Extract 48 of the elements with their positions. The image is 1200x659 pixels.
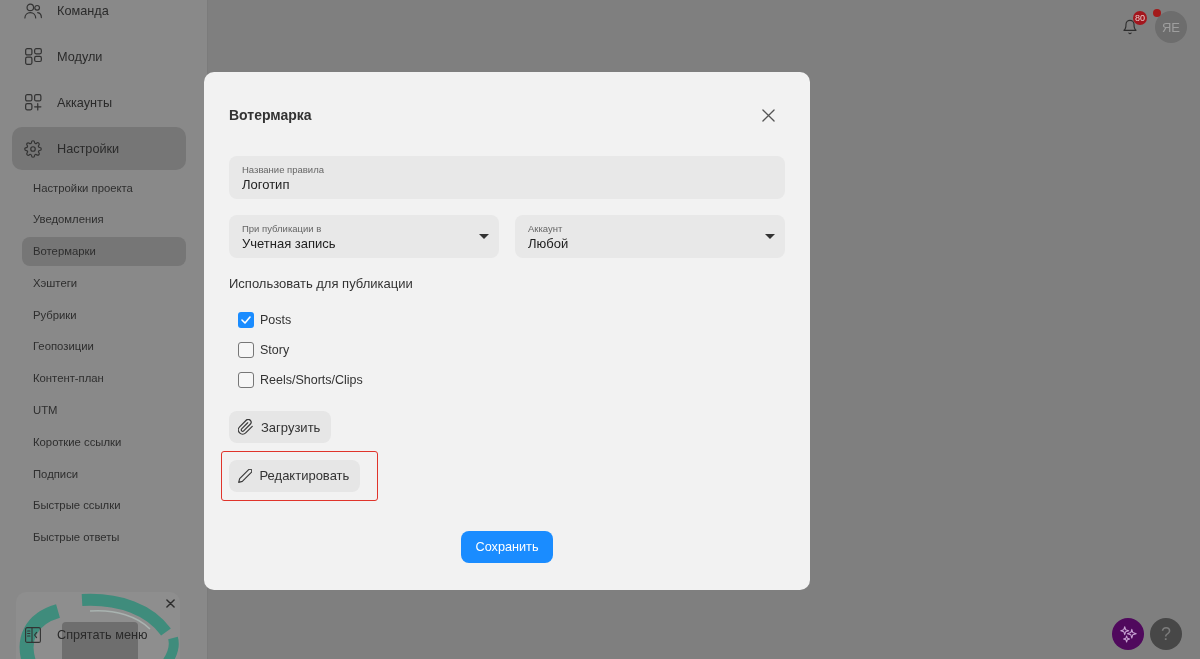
assistant-button[interactable] xyxy=(1112,618,1144,650)
sparkle-icon xyxy=(1119,625,1137,643)
checkmark-icon xyxy=(241,316,251,324)
text-field[interactable]: Название правила Логотип xyxy=(229,156,785,199)
hide-menu-button[interactable]: Спрятать меню xyxy=(25,620,148,650)
nav-subitem[interactable]: Короткие ссылки xyxy=(22,427,186,457)
grid-icon xyxy=(24,48,42,65)
nav-subitem[interactable]: Быстрые ссылки xyxy=(22,490,186,520)
nav-item[interactable]: Аккаунты xyxy=(12,81,186,124)
grid-plus-icon xyxy=(24,94,42,111)
nav-subitem[interactable]: UTM xyxy=(22,395,186,425)
save-button[interactable]: Сохранить xyxy=(461,531,553,563)
nav-subitem[interactable]: Вотермарки xyxy=(22,236,186,266)
nav-subitem[interactable]: Рубрики xyxy=(22,300,186,330)
paperclip-icon xyxy=(238,419,253,435)
nav-item[interactable]: Настройки xyxy=(12,127,186,170)
checkbox-label[interactable]: Posts xyxy=(260,313,292,327)
checkbox[interactable] xyxy=(238,372,254,388)
caret-icon xyxy=(479,234,489,239)
checkbox[interactable] xyxy=(238,342,254,358)
nav-subitem[interactable]: Настройки проекта xyxy=(22,173,186,202)
caret-icon xyxy=(765,234,775,239)
nav-item[interactable]: Команда xyxy=(12,0,186,32)
checkbox-label[interactable]: Reels/Shorts/Clips xyxy=(260,373,363,387)
select-field[interactable]: Аккаунт Любой xyxy=(515,215,785,258)
help-button[interactable]: ? xyxy=(1150,618,1182,650)
sidebar-panel-icon xyxy=(25,627,41,643)
nav-subitem[interactable]: Уведомления xyxy=(22,204,186,234)
close-icon[interactable] xyxy=(166,599,175,608)
checkbox-label[interactable]: Story xyxy=(260,343,290,357)
notification-badge: 80 xyxy=(1133,11,1147,25)
dialog-title: Вотермарка xyxy=(229,107,312,123)
people-icon xyxy=(24,2,42,19)
nav-subitem[interactable]: Подписи xyxy=(22,459,186,489)
nav-subitem[interactable]: Хэштеги xyxy=(22,268,186,298)
edit-button[interactable]: Редактировать xyxy=(228,459,361,492)
close-icon[interactable] xyxy=(762,108,775,122)
upload-button[interactable]: Загрузить xyxy=(229,411,332,443)
nav-item[interactable]: Модули xyxy=(12,35,186,78)
nav-subitem[interactable]: Быстрые ответы xyxy=(22,522,186,552)
nav-subitem[interactable]: Контент-план xyxy=(22,363,186,393)
pencil-icon xyxy=(237,468,252,483)
settings-icon xyxy=(24,139,42,158)
select-field[interactable]: При публикации в Учетная запись xyxy=(229,215,499,258)
bell-icon[interactable] xyxy=(1122,19,1138,35)
section-label: Использовать для публикации xyxy=(229,275,413,293)
nav-subitem[interactable]: Геопозиции xyxy=(22,332,186,361)
checkbox[interactable] xyxy=(238,312,254,328)
